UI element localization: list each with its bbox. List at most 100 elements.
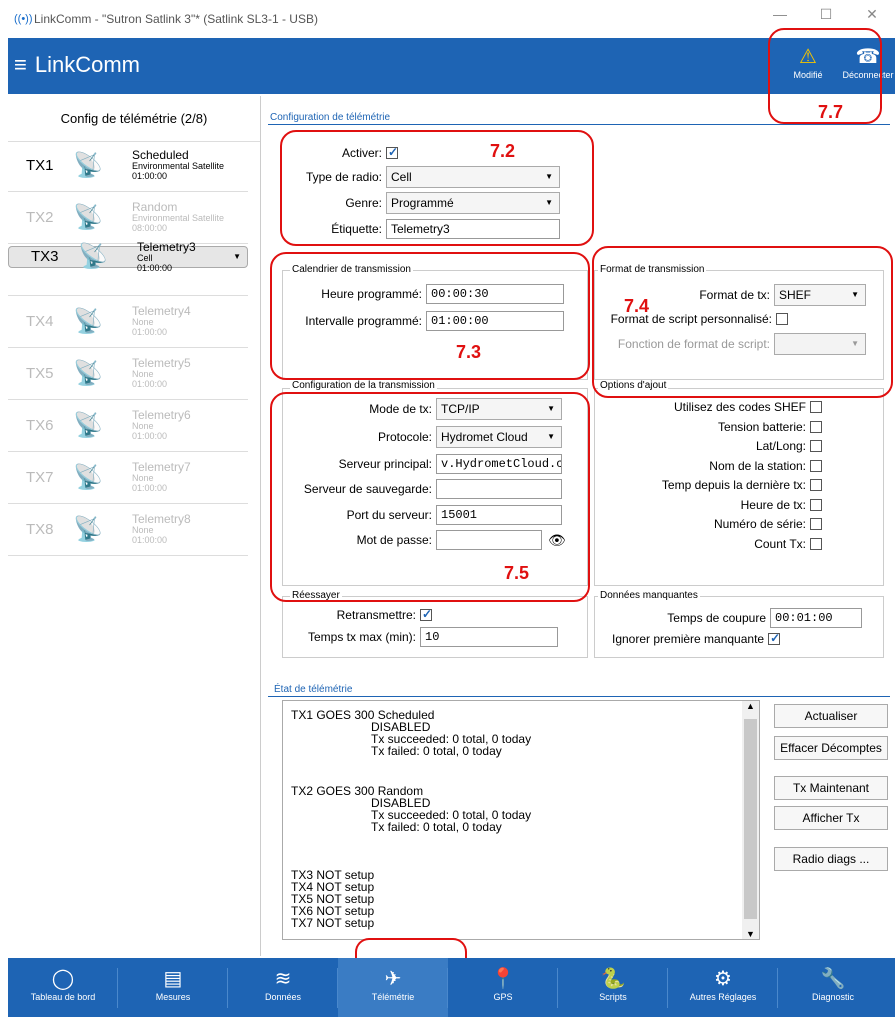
missing-title: Données manquantes <box>598 590 700 601</box>
option-checkbox[interactable] <box>810 518 822 530</box>
config-section-title: Configuration de télémétrie <box>270 112 391 123</box>
sidebar-item-tx2[interactable]: TX2 📡 Random Environmental Satellite 08:00:0… <box>8 194 248 240</box>
nav-label: GPS <box>493 992 513 1002</box>
tx-info: Telemetry7 None 01:00:00 <box>132 460 191 493</box>
nav-label: Tableau de bord <box>30 992 96 1002</box>
nav-telemetry[interactable]: ✈ Télémétrie <box>338 958 448 1017</box>
option-label: Heure de tx: <box>740 497 806 512</box>
satellite-icon: 📡 <box>73 515 103 543</box>
status-section-title: État de télémétrie <box>274 684 353 695</box>
sidebar-title: Config de télémétrie (2/8) <box>8 96 260 142</box>
tx-info: Telemetry5 None 01:00:00 <box>132 356 191 389</box>
status-line: Tx succeeded: 0 total, 0 today <box>371 808 532 822</box>
tx-info: Scheduled Environmental Satellite 01:00:00 <box>132 148 225 181</box>
sidebar-item-tx8[interactable]: TX8 📡 Telemetry8 None 01:00:00 <box>8 506 248 552</box>
sidebar-item-tx3[interactable]: TX3 📡 Telemetry3 Cell 01:00:00 <box>8 241 248 273</box>
app-icon: ((•)) <box>14 13 33 25</box>
radio-diags-button[interactable]: Radio diags ... <box>774 847 888 871</box>
nav-dashboard[interactable]: ◯ Tableau de bord <box>8 958 118 1017</box>
nav-settings[interactable]: ⚙ Autres Réglages <box>668 958 778 1017</box>
sidebar-item-tx1[interactable]: TX1 📡 Scheduled Environmental Satellite 01:0… <box>8 142 248 188</box>
tx-id: TX5 <box>26 364 54 382</box>
tx-info: Telemetry8 None 01:00:00 <box>132 512 191 545</box>
data-icon: ≋ <box>274 968 292 990</box>
nav-label: Autres Réglages <box>689 992 757 1002</box>
sidebar-item-tx4[interactable]: TX4 📡 Telemetry4 None 01:00:00 <box>8 298 248 344</box>
retransmit-label: Retransmettre: <box>336 608 416 622</box>
status-line: Tx succeeded: 0 total, 0 today <box>371 732 532 746</box>
show-tx-button[interactable]: Afficher Tx <box>774 806 888 830</box>
cutoff-time-input[interactable]: 00:01:00 <box>770 608 862 628</box>
option-checkbox[interactable] <box>810 479 822 491</box>
annotation-box-7-2 <box>280 130 594 246</box>
window-titlebar: ((•)) LinkComm - "Sutron Satlink 3"* (Sa… <box>0 0 895 38</box>
annotation-box-7-5 <box>270 392 590 602</box>
nav-data[interactable]: ≋ Données <box>228 958 338 1017</box>
status-scrollbar[interactable]: ▲ ▼ <box>742 701 759 939</box>
satellite-icon: 📡 <box>73 307 103 335</box>
max-tx-time-label: Temps tx max (min): <box>307 630 416 644</box>
refresh-button[interactable]: Actualiser <box>774 704 888 728</box>
nav-gps[interactable]: 📍 GPS <box>448 958 558 1017</box>
tx-id: TX7 <box>26 468 54 486</box>
tx-id: TX4 <box>26 312 54 330</box>
app-title: LinkComm <box>34 52 140 77</box>
app-menu[interactable]: ≡ LinkComm <box>14 52 140 78</box>
option-checkbox[interactable] <box>810 440 822 452</box>
nav-diagnostic[interactable]: 🔧 Diagnostic <box>778 958 888 1017</box>
max-tx-time-input[interactable]: 10 <box>420 627 558 647</box>
scroll-down-icon[interactable]: ▼ <box>746 929 755 939</box>
option-label: Lat/Long: <box>755 439 806 453</box>
telemetry-status-log[interactable]: TX1 GOES 300 Scheduled DISABLED Tx succeed… <box>282 700 760 940</box>
option-label: Numéro de série: <box>713 517 806 531</box>
tx-id: TX1 <box>26 156 54 174</box>
window-title: LinkComm - "Sutron Satlink 3"* (Satlink … <box>34 12 318 26</box>
hamburger-icon[interactable]: ≡ <box>14 52 27 78</box>
annotation-7-4: 7.4 <box>624 296 650 316</box>
clear-counts-button[interactable]: Effacer Décomptes <box>774 736 888 760</box>
maximize-button[interactable]: ☐ <box>803 0 849 30</box>
diagnostic-icon: 🔧 <box>820 968 846 990</box>
option-label: Temp depuis la dernière tx: <box>661 478 806 492</box>
bottom-nav: ◯ Tableau de bord ▤ Mesures ≋ Données ✈ Télémét… <box>8 958 895 1017</box>
option-checkbox[interactable] <box>810 537 822 550</box>
option-checkbox[interactable] <box>810 401 822 413</box>
nav-label: Scripts <box>599 992 627 1002</box>
tx-info: Telemetry4 None 01:00:00 <box>132 304 191 337</box>
sidebar-item-tx5[interactable]: TX5 📡 Telemetry5 None 01:00:00 <box>8 350 248 396</box>
nav-label: Mesures <box>155 992 191 1002</box>
nav-scripts[interactable]: 🐍 Scripts <box>558 958 668 1017</box>
transmission-title: Configuration de la transmission <box>290 380 437 391</box>
option-checkbox[interactable] <box>810 459 822 472</box>
option-checkbox[interactable] <box>810 420 822 433</box>
sidebar-item-tx6[interactable]: TX6 📡 Telemetry6 None 01:00:00 <box>8 402 248 448</box>
tx-info: Telemetry3 Cell 01:00:00 <box>137 240 196 273</box>
sidebar-item-tx7[interactable]: TX7 📡 Telemetry7 None 01:00:00 <box>8 454 248 500</box>
dashboard-icon: ◯ <box>51 968 75 990</box>
minimize-button[interactable]: — <box>757 0 803 30</box>
telemetry-icon: ✈ <box>384 968 402 990</box>
satellite-icon: 📡 <box>73 151 103 179</box>
tx-id: TX2 <box>26 208 54 226</box>
status-line: TX7 NOT setup <box>291 916 375 930</box>
gps-icon: 📍 <box>490 968 516 990</box>
settings-icon: ⚙ <box>714 968 732 990</box>
tx-now-button[interactable]: Tx Maintenant <box>774 776 888 800</box>
annotation-7-5: 7.5 <box>504 563 530 583</box>
app-header: ≡ LinkComm ⚠ Modifié ☎ Déconnecter <box>8 38 895 94</box>
tx-info: Random Environmental Satellite 08:00:00 <box>132 200 225 233</box>
satellite-icon: 📡 <box>73 359 103 387</box>
option-checkbox[interactable] <box>810 498 822 511</box>
annotation-box-7-3 <box>270 252 590 380</box>
tx-id: TX3 <box>31 248 59 265</box>
scroll-up-icon[interactable]: ▲ <box>746 701 755 711</box>
ignore-first-missing-checkbox[interactable] <box>768 631 780 645</box>
nav-measurements[interactable]: ▤ Mesures <box>118 958 228 1017</box>
tx-id: TX6 <box>26 416 54 434</box>
nav-label: Données <box>264 992 302 1002</box>
close-button[interactable]: ✕ <box>849 0 895 30</box>
scripts-icon: 🐍 <box>600 968 626 990</box>
satellite-icon: 📡 <box>78 243 108 270</box>
retransmit-checkbox[interactable] <box>420 607 432 621</box>
status-line: Tx failed: 0 total, 0 today <box>371 744 502 758</box>
